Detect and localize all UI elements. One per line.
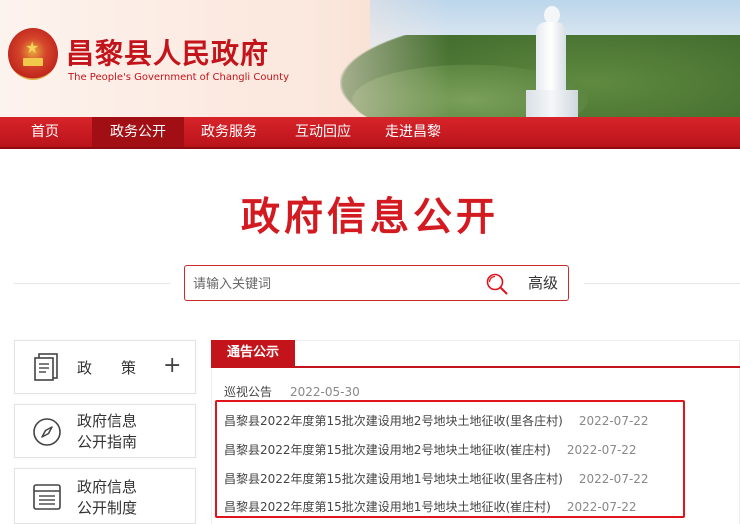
search-box: 高级 <box>184 265 569 301</box>
document-icon <box>34 353 58 381</box>
sidebar-item-label: 公开制度 <box>77 499 138 517</box>
page-title: 政府信息公开 <box>240 195 499 240</box>
highlight-box <box>215 400 685 518</box>
list-item[interactable]: 巡视公告 2022-05-30 <box>224 383 360 400</box>
notice-title[interactable]: 巡视公告 <box>224 385 272 399</box>
nav-item-home[interactable]: 首页 <box>16 117 74 147</box>
search-icon[interactable] <box>485 272 509 296</box>
divider <box>14 283 170 284</box>
sidebar-item-label: 政 <box>77 359 93 377</box>
site-header: ★ 昌黎县人民政府 The People's Government of Cha… <box>0 0 740 117</box>
compass-icon <box>33 418 61 446</box>
nav-item-about-changli[interactable]: 走进昌黎 <box>380 117 446 147</box>
sidebar-item-label: 公开指南 <box>77 433 138 451</box>
nav-item-interaction[interactable]: 互动回应 <box>290 117 356 147</box>
sidebar-item-label: 政府信息 <box>77 478 138 496</box>
search-input[interactable] <box>191 273 465 295</box>
list-icon <box>33 484 61 510</box>
notice-date: 2022-05-30 <box>290 385 360 399</box>
tab-notices[interactable]: 通告公示 <box>211 340 295 366</box>
nav-item-gov-services[interactable]: 政务服务 <box>196 117 262 147</box>
main-nav: 首页 政务公开 政务服务 互动回应 走进昌黎 <box>0 117 740 149</box>
site-subtitle: The People's Government of Changli Count… <box>68 72 289 83</box>
statue-image <box>522 6 582 117</box>
advanced-search-button[interactable]: 高级 <box>523 266 563 300</box>
sidebar-item-disclosure-guide[interactable]: 政府信息 公开指南 <box>14 404 196 458</box>
sidebar-item-policy[interactable]: 政 策 + <box>14 340 196 394</box>
sidebar-item-label: 策 <box>121 359 137 377</box>
plus-icon[interactable]: + <box>163 355 181 377</box>
tab-underline <box>211 366 740 368</box>
sidebar-item-label: 政府信息 <box>77 412 138 430</box>
site-title[interactable]: 昌黎县人民政府 <box>66 32 269 72</box>
sidebar-item-disclosure-system[interactable]: 政府信息 公开制度 <box>14 468 196 524</box>
nav-item-gov-affairs-disclosure[interactable]: 政务公开 <box>92 117 184 147</box>
divider <box>584 283 740 284</box>
national-emblem-icon: ★ <box>8 28 58 80</box>
